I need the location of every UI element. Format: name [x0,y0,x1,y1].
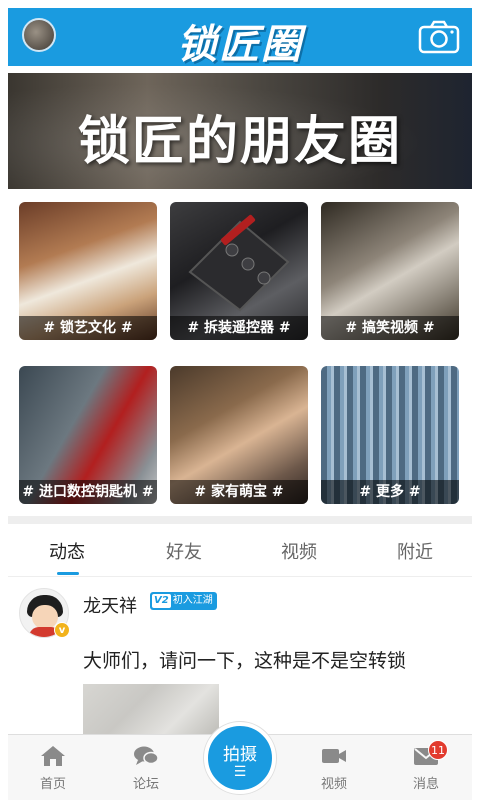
post-image[interactable] [83,684,219,734]
category-lock-culture[interactable]: # 锁艺文化 # [19,202,157,340]
post-username[interactable]: 龙天祥 [83,592,137,618]
chat-bubbles-icon [134,746,159,765]
level-badge: V2 初入江湖 [150,592,217,610]
category-label: # 更多 # [321,480,459,504]
promo-banner[interactable]: 锁匠的朋友圈 [8,73,472,189]
active-tab-indicator [57,572,79,575]
nav-label: 论坛 [132,777,159,792]
category-label: # 搞笑视频 # [321,316,459,340]
shoot-button[interactable]: 拍摄 ☰ [204,722,276,794]
nav-video[interactable]: 视频 [304,745,364,792]
camera-icon[interactable] [418,20,460,54]
app-logo: 锁匠圈 [177,22,303,68]
tab-dynamic[interactable]: 动态 [22,538,112,564]
car-key-image [188,214,290,312]
nav-label: 消息 [412,777,439,792]
tab-video[interactable]: 视频 [254,538,344,564]
section-divider [8,516,472,524]
category-more[interactable]: # 更多 # [321,366,459,504]
nav-label: 首页 [39,777,66,792]
category-label: # 进口数控钥匙机 # [19,480,157,504]
app-frame: 锁匠圈 锁匠的朋友圈 # 锁艺文化 # # 拆装遥控器 # # 搞笑视频 # #… [0,0,480,800]
nav-home[interactable]: 首页 [23,745,83,792]
video-camera-icon [322,749,346,763]
nav-forum[interactable]: 论坛 [116,745,176,792]
top-header: 锁匠圈 [8,8,472,68]
menu-lines-icon: ☰ [233,764,247,780]
level-text: 初入江湖 [172,595,213,606]
category-label: # 锁艺文化 # [19,316,157,340]
nav-label: 视频 [320,777,347,792]
category-label: # 家有萌宝 # [170,480,308,504]
verified-badge: v [54,622,70,638]
home-icon [41,746,65,766]
category-funny-video[interactable]: # 搞笑视频 # [321,202,459,340]
category-key-machine[interactable]: # 进口数控钥匙机 # [19,366,157,504]
shoot-label: 拍摄 [223,745,257,765]
level-prefix: V2 [152,594,171,608]
category-cute-baby[interactable]: # 家有萌宝 # [170,366,308,504]
category-remote-disassembly[interactable]: # 拆装遥控器 # [170,202,308,340]
message-count-badge: 11 [428,740,448,760]
feed-tabs: 动态 好友 视频 附近 [8,524,472,576]
post-content[interactable]: 大师们，请问一下，这种是不是空转锁 [83,646,406,673]
banner-title: 锁匠的朋友圈 [77,112,402,172]
category-label: # 拆装遥控器 # [170,316,308,340]
tab-nearby[interactable]: 附近 [370,538,460,564]
tabs-divider [8,576,472,577]
tab-friends[interactable]: 好友 [139,538,229,564]
